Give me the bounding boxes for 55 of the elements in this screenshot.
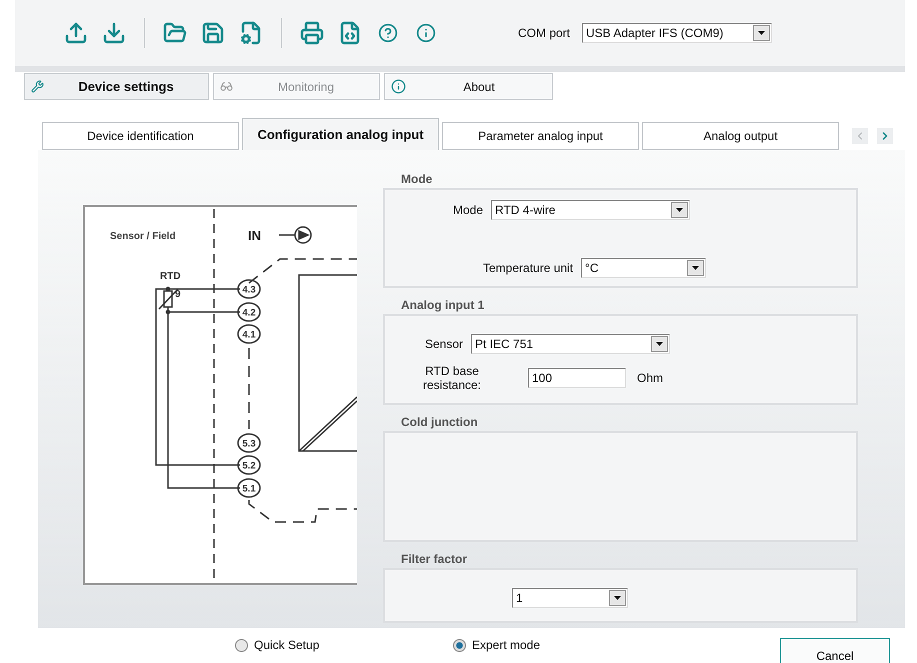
dropdown-field[interactable]: USB Adapter IFS (COM9) — [582, 23, 772, 43]
field-label: Mode — [453, 203, 484, 217]
save-icon — [201, 21, 225, 45]
dropdown-field[interactable]: 1 — [512, 588, 628, 608]
info-icon — [416, 23, 436, 43]
sub-tab[interactable]: Device identification — [42, 122, 239, 150]
main-tab[interactable]: About — [384, 73, 553, 100]
scroll-right-button[interactable] — [877, 128, 893, 144]
diagram-label: IN — [248, 228, 261, 243]
section-heading: Analog input 1 — [400, 297, 486, 314]
sensor-label: RTD — [160, 271, 181, 282]
upload-icon — [64, 21, 88, 45]
field-label: Temperature unit — [483, 261, 574, 275]
field-label: RTD base resistance: — [422, 364, 482, 392]
file-settings-icon — [239, 21, 263, 45]
com-port-label: COM port — [518, 26, 570, 40]
dropdown-field[interactable]: Pt IEC 751 — [471, 334, 670, 354]
caret-icon — [692, 266, 700, 270]
terminal-label: 5.1 — [242, 484, 256, 494]
radio-button[interactable] — [235, 638, 248, 652]
printer-icon — [300, 21, 324, 45]
radio-label: Quick Setup — [254, 638, 320, 652]
sub-tab[interactable]: Parameter analog input — [442, 122, 639, 150]
terminal-label: 4.2 — [242, 308, 256, 318]
radio-label: Expert mode — [472, 638, 540, 652]
caret-icon — [656, 342, 664, 346]
glasses-icon — [220, 80, 233, 93]
download-icon — [102, 21, 126, 45]
diagram-label: Sensor / Field — [110, 231, 176, 242]
input-field[interactable]: 100 — [528, 368, 626, 388]
folder-icon — [163, 21, 187, 45]
terminal-label: 5.2 — [242, 460, 256, 472]
caret-icon — [676, 208, 684, 212]
section-heading: Cold junction — [400, 414, 479, 431]
radio-button[interactable] — [453, 638, 466, 652]
sub-tab[interactable]: Configuration analog input — [242, 118, 439, 150]
field-label: Sensor — [425, 337, 464, 351]
info-icon — [391, 79, 406, 94]
caret-icon — [614, 596, 621, 600]
section-heading: Filter factor — [400, 551, 468, 568]
dropdown-field[interactable]: RTD 4-wire — [491, 200, 690, 220]
input-arrow-icon — [279, 226, 312, 244]
caret-icon — [758, 31, 766, 35]
wrench-icon — [31, 80, 44, 93]
unit-label: Ohm — [637, 371, 664, 385]
dropdown-field[interactable]: °C — [581, 258, 706, 278]
cancel-button[interactable]: Cancel — [780, 638, 890, 663]
terminal-label: 5.3 — [242, 438, 256, 450]
sub-tab[interactable]: Analog output — [642, 122, 839, 150]
terminal-label: 4.3 — [242, 284, 256, 296]
document-icon — [338, 21, 362, 45]
terminal-label: 4.1 — [242, 330, 256, 340]
help-icon — [378, 23, 398, 43]
section-heading: Mode — [400, 171, 434, 188]
main-tab[interactable]: Device settings — [24, 73, 209, 100]
